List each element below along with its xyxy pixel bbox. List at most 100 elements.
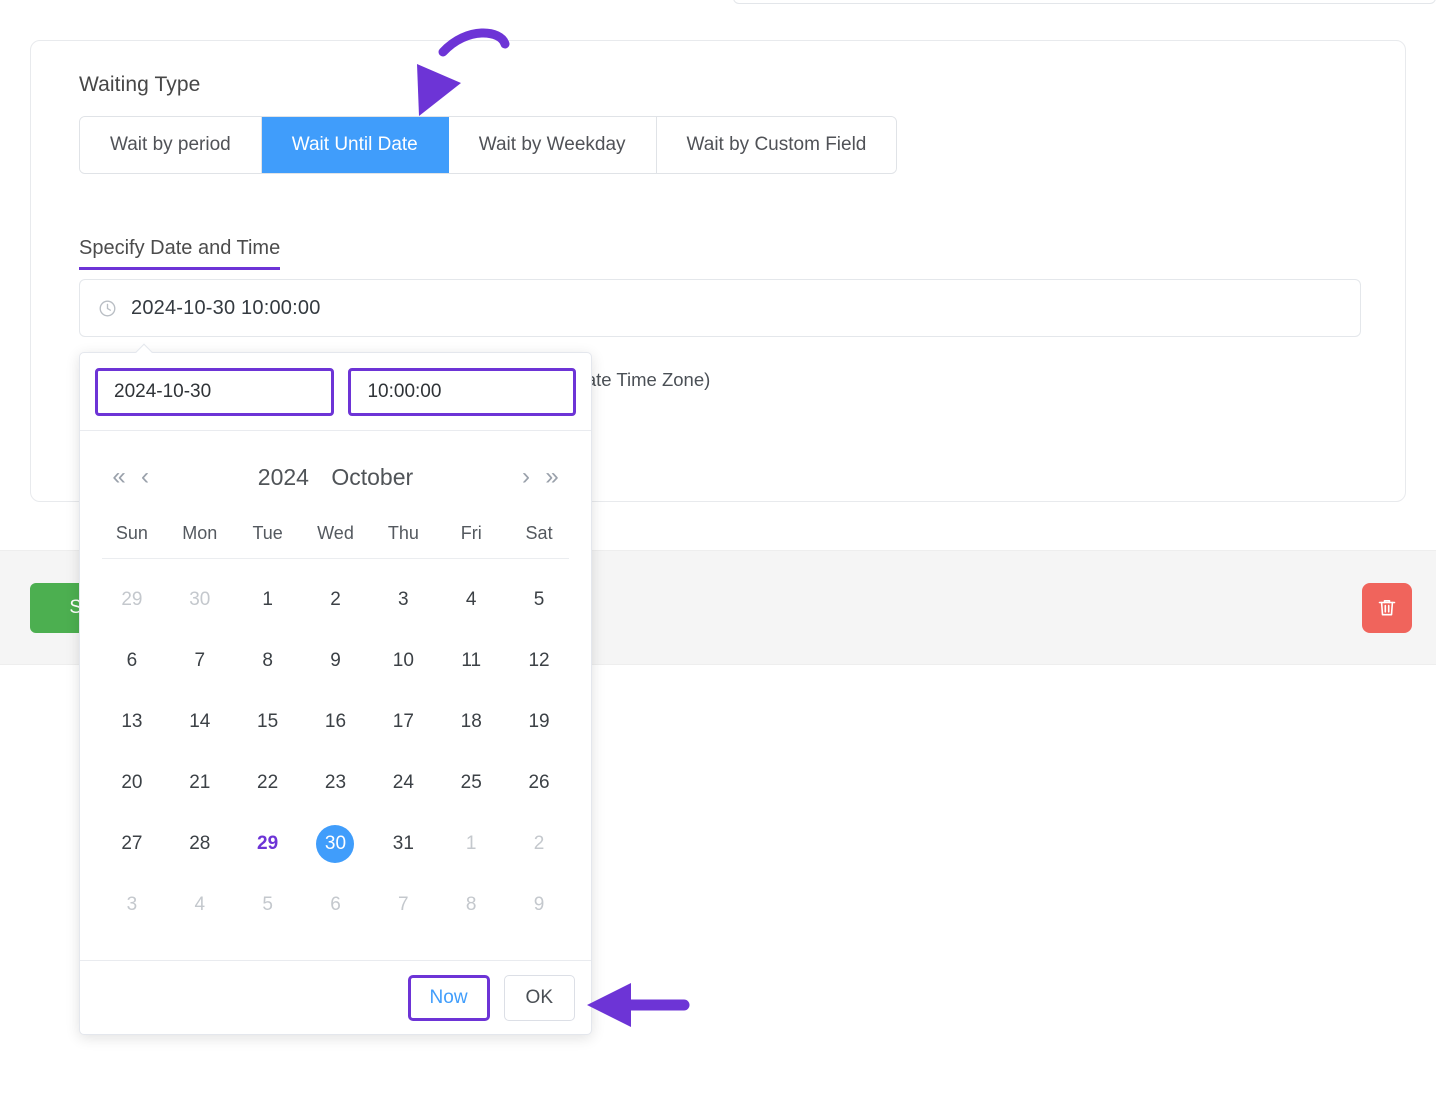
calendar-day[interactable]: 30 (302, 813, 370, 874)
calendar-day[interactable]: 28 (166, 813, 234, 874)
delete-button[interactable] (1362, 583, 1412, 633)
calendar-day[interactable]: 3 (369, 569, 437, 630)
calendar-day[interactable]: 3 (98, 874, 166, 935)
tab-wait-by-custom-field[interactable]: Wait by Custom Field (656, 117, 897, 173)
calendar-day[interactable]: 1 (437, 813, 505, 874)
next-month-icon[interactable]: › (513, 465, 539, 489)
calendar-day-label: 30 (316, 824, 355, 863)
calendar-day[interactable]: 2 (302, 569, 370, 630)
calendar-header: « ‹ 2024 October › » (80, 431, 591, 523)
calendar-day[interactable]: 9 (302, 630, 370, 691)
waiting-type-tabs: Wait by period Wait Until Date Wait by W… (79, 116, 898, 174)
calendar-day[interactable]: 24 (369, 752, 437, 813)
tab-wait-by-weekday[interactable]: Wait by Weekday (448, 117, 657, 173)
annotation-arrow-to-tab (417, 28, 510, 116)
calendar-day[interactable]: 6 (302, 874, 370, 935)
ok-button[interactable]: OK (503, 974, 575, 1021)
calendar-day[interactable]: 23 (302, 752, 370, 813)
calendar-day[interactable]: 18 (437, 691, 505, 752)
calendar-day[interactable]: 4 (166, 874, 234, 935)
calendar-day-label: 9 (330, 649, 341, 671)
calendar-day-label: 27 (121, 832, 143, 854)
calendar-day-label: 20 (121, 771, 143, 793)
calendar-day-label: 14 (189, 710, 211, 732)
calendar-day-label: 19 (528, 710, 550, 732)
calendar-day[interactable]: 4 (437, 569, 505, 630)
tab-wait-until-date[interactable]: Wait Until Date (261, 117, 449, 173)
calendar-day[interactable]: 8 (437, 874, 505, 935)
calendar-day[interactable]: 25 (437, 752, 505, 813)
calendar-day[interactable]: 6 (98, 630, 166, 691)
datetime-input[interactable]: 2024-10-30 10:00:00 (79, 279, 1361, 337)
clock-icon (99, 300, 116, 316)
calendar-day-label: 22 (257, 771, 279, 793)
weekday-wed: Wed (317, 523, 354, 543)
specify-date-time-label: Specify Date and Time (79, 237, 281, 270)
calendar-title: 2024 October (158, 464, 513, 491)
calendar-day[interactable]: 14 (166, 691, 234, 752)
calendar-day-label: 16 (324, 710, 347, 732)
page-title: Waiting Type (79, 73, 201, 96)
calendar-day[interactable]: 21 (166, 752, 234, 813)
calendar-day[interactable]: 1 (234, 569, 302, 630)
calendar-day-label: 9 (533, 893, 545, 915)
calendar-day-label: 2 (533, 832, 545, 854)
calendar-day[interactable]: 16 (302, 691, 370, 752)
picker-time-input[interactable]: 10:00:00 (348, 367, 576, 416)
calendar-day[interactable]: 8 (234, 630, 302, 691)
calendar-day-label: 29 (257, 832, 279, 854)
picker-footer: Now OK (80, 960, 591, 1034)
calendar-day[interactable]: 30 (166, 569, 234, 630)
tab-wait-by-period[interactable]: Wait by period (80, 117, 262, 173)
calendar-day-label: 4 (194, 893, 206, 915)
calendar-day[interactable]: 29 (98, 569, 166, 630)
calendar-day-label: 26 (528, 771, 550, 793)
calendar-day-grid: 29 30 1 2 3 4 5 6 7 8 9 10 11 12 13 14 15 16 17 18 19 20 21 22 2… (80, 559, 591, 941)
top-textarea[interactable] (733, 0, 1436, 4)
annotation-arrow-to-ok (587, 983, 690, 1027)
calendar-day[interactable]: 31 (369, 813, 437, 874)
calendar-day[interactable]: 7 (369, 874, 437, 935)
calendar-day[interactable]: 20 (98, 752, 166, 813)
now-button[interactable]: Now (407, 974, 490, 1021)
calendar-day[interactable]: 26 (505, 752, 573, 813)
calendar-day-label: 23 (324, 771, 347, 793)
picker-date-input[interactable]: 2024-10-30 (95, 367, 335, 416)
resize-handle-icon[interactable] (1419, 0, 1433, 1)
calendar-year: 2024 (257, 463, 309, 490)
calendar-day-label: 7 (194, 649, 206, 671)
calendar-day-label: 3 (398, 588, 409, 610)
calendar-day-label: 6 (330, 893, 341, 915)
calendar-day[interactable]: 27 (98, 813, 166, 874)
calendar-day-label: 1 (465, 832, 477, 854)
calendar-day-label: 8 (262, 649, 273, 671)
calendar-day[interactable]: 17 (369, 691, 437, 752)
calendar-day-label: 7 (398, 893, 409, 915)
calendar-day[interactable]: 22 (234, 752, 302, 813)
calendar-day[interactable]: 13 (98, 691, 166, 752)
next-year-icon[interactable]: » (539, 465, 565, 489)
calendar-day[interactable]: 7 (166, 630, 234, 691)
calendar-day[interactable]: 9 (505, 874, 573, 935)
calendar-day-label: 24 (392, 771, 414, 793)
weekday-thu: Thu (387, 523, 419, 543)
datetime-picker-popup: 2024-10-30 10:00:00 « ‹ 2024 October › »… (79, 343, 592, 1035)
calendar-day[interactable]: 29 (234, 813, 302, 874)
calendar-day[interactable]: 2 (505, 813, 573, 874)
calendar-day[interactable]: 5 (505, 569, 573, 630)
calendar-day[interactable]: 15 (234, 691, 302, 752)
picker-header: 2024-10-30 10:00:00 (80, 353, 591, 431)
calendar-day-label: 3 (126, 893, 138, 915)
calendar-day-label: 29 (121, 588, 143, 610)
calendar-day[interactable]: 12 (505, 630, 573, 691)
calendar-day[interactable]: 10 (369, 630, 437, 691)
trash-icon (1378, 600, 1396, 616)
calendar-day-label: 21 (189, 771, 211, 793)
calendar-day[interactable]: 11 (437, 630, 505, 691)
calendar-day-label: 31 (392, 832, 414, 854)
calendar-day[interactable]: 5 (234, 874, 302, 935)
calendar-day-label: 1 (262, 588, 273, 610)
prev-year-icon[interactable]: « (106, 465, 132, 489)
prev-month-icon[interactable]: ‹ (132, 465, 158, 489)
calendar-day[interactable]: 19 (505, 691, 573, 752)
